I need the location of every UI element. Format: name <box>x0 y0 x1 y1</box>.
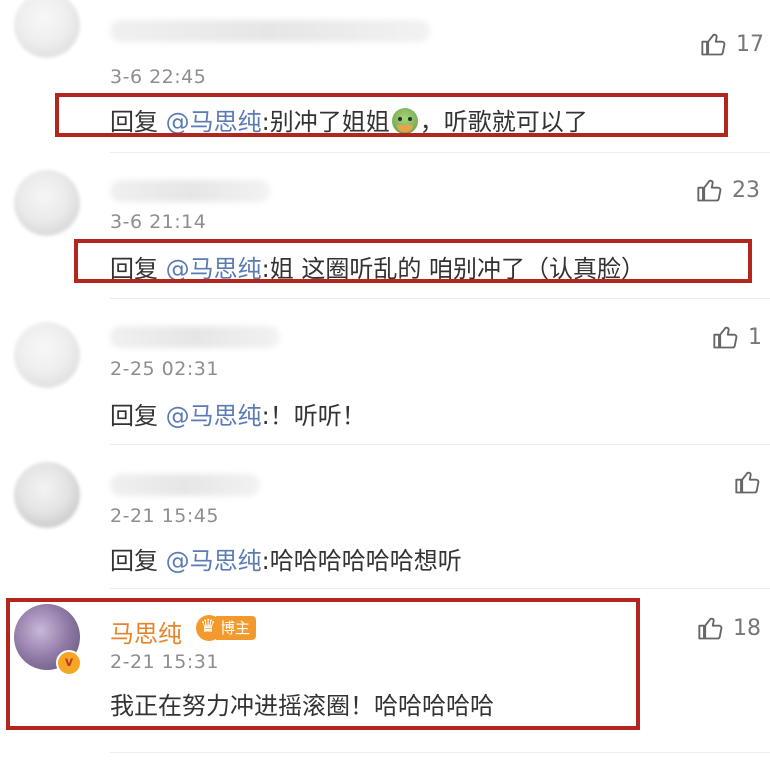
comment-time: 3-6 22:45 <box>110 66 207 88</box>
username-redacted <box>110 326 280 348</box>
comment-time: 2-25 02:31 <box>110 358 219 380</box>
thumbs-up-icon <box>713 326 738 349</box>
thumbs-up-icon <box>698 617 723 640</box>
mention-link[interactable]: @马思纯 <box>166 402 262 430</box>
comment-time: 2-21 15:45 <box>110 505 219 527</box>
like-button[interactable] <box>734 468 770 496</box>
mention-link[interactable]: @马思纯 <box>166 547 262 575</box>
reply-prefix: 回复 <box>110 402 166 430</box>
reply-prefix: 回复 <box>110 547 166 575</box>
comment-text-part: :哈哈哈哈哈哈想听 <box>261 547 462 575</box>
highlight-box <box>74 239 752 283</box>
divider <box>110 752 770 753</box>
avatar[interactable] <box>14 0 80 58</box>
avatar[interactable] <box>14 170 80 236</box>
thumbs-up-icon <box>735 471 760 494</box>
like-count: 23 <box>732 177 760 203</box>
divider <box>110 298 770 299</box>
like-button[interactable]: 17 <box>700 30 764 58</box>
like-count: 17 <box>736 31 764 57</box>
divider <box>110 588 770 589</box>
thumbs-up-icon <box>697 179 722 202</box>
like-button[interactable]: 18 <box>697 614 761 642</box>
like-count: 1 <box>748 324 762 350</box>
like-button[interactable]: 23 <box>696 176 760 204</box>
thumbs-up-icon <box>701 33 726 56</box>
avatar[interactable] <box>14 462 80 528</box>
comment-text: 回复 @马思纯:哈哈哈哈哈哈想听 <box>110 541 462 576</box>
avatar[interactable] <box>14 322 80 388</box>
comment-time: 3-6 21:14 <box>110 211 207 233</box>
highlight-box <box>6 598 640 730</box>
like-button[interactable]: 1 <box>712 323 762 351</box>
username-redacted <box>110 474 260 496</box>
comment-text-part: :！听听！ <box>261 402 366 430</box>
highlight-box <box>55 93 728 137</box>
divider <box>110 444 770 445</box>
like-count: 18 <box>733 615 761 641</box>
username-redacted <box>110 20 430 42</box>
divider <box>110 152 770 153</box>
username-redacted <box>110 180 270 202</box>
comment-text: 回复 @马思纯:！听听！ <box>110 396 366 431</box>
